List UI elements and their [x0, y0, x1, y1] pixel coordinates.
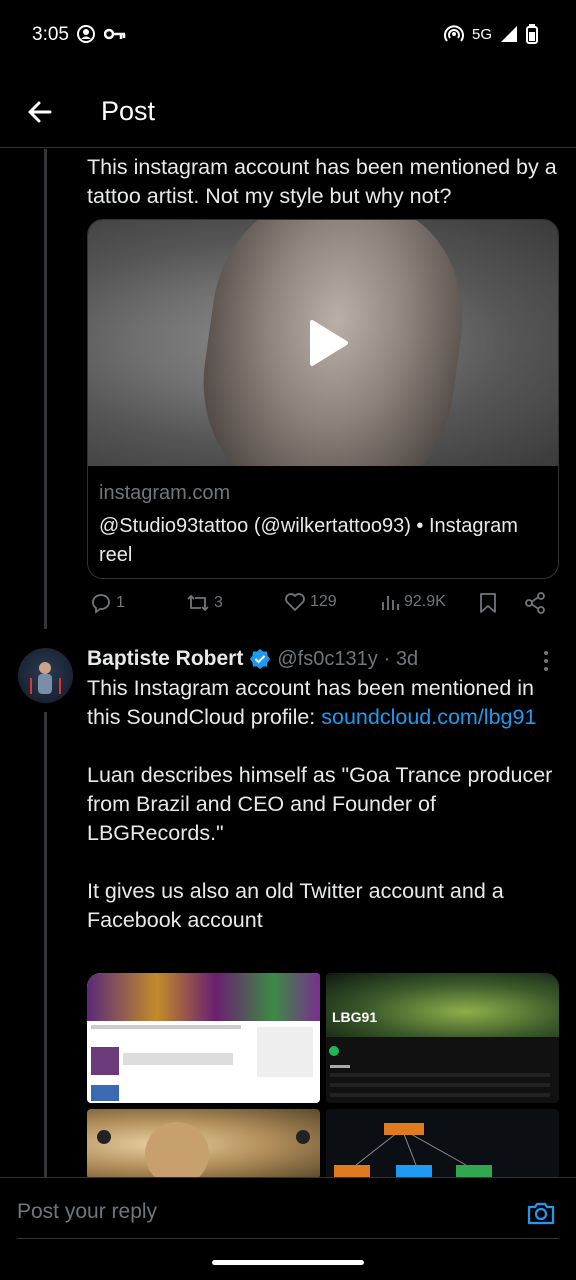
link-domain: instagram.com [99, 482, 231, 504]
home-indicator[interactable] [212, 1260, 364, 1265]
status-time: 3:05 [32, 24, 69, 45]
post-text: This instagram account has been mentione… [87, 155, 557, 208]
status-bar: 3:05 5G [0, 0, 576, 70]
like-button[interactable]: 129 [284, 592, 337, 612]
post-paragraph: Luan describes himself as "Goa Trance pr… [87, 763, 553, 845]
post-paragraph: It gives us also an old Twitter account … [87, 879, 504, 932]
heart-icon [285, 593, 305, 611]
like-count: 129 [310, 593, 337, 610]
post-time: · 3d [383, 647, 419, 670]
repost-icon [187, 594, 209, 612]
post-text: This Instagram account has been mentione… [87, 674, 557, 935]
repost-count: 3 [214, 594, 223, 611]
avatar[interactable] [18, 648, 73, 703]
repost-button[interactable]: 3 [186, 592, 223, 614]
verified-badge-icon [250, 649, 271, 669]
reply-input-underline [17, 1238, 559, 1239]
media-image-soundcloud[interactable] [87, 973, 320, 1103]
media-image-graph[interactable] [326, 1109, 559, 1179]
soundcloud-link[interactable]: soundcloud.com/lbg91 [321, 705, 536, 729]
header: Post [0, 78, 576, 148]
reply-count: 1 [116, 594, 125, 611]
bookmark-icon[interactable] [479, 592, 497, 614]
link-title: @Studio93tattoo (@wilkertattoo93) • Inst… [99, 515, 518, 566]
soundcloud-screenshot [91, 1025, 313, 1101]
media-image-lbg91-profile[interactable]: LBG91 [326, 973, 559, 1103]
key-icon [104, 28, 126, 40]
views-icon [382, 596, 399, 610]
link-thumbnail[interactable] [88, 220, 558, 466]
graph-screenshot [334, 1123, 492, 1177]
views-button[interactable]: 92.9K [380, 592, 446, 612]
back-arrow-icon[interactable] [24, 96, 56, 128]
media-grid: LBG91 [87, 973, 559, 1179]
account-circle-icon [77, 25, 95, 43]
hotspot-icon [444, 25, 464, 42]
link-card[interactable]: instagram.com @Studio93tattoo (@wilkerta… [87, 219, 559, 579]
camera-icon[interactable] [526, 1198, 556, 1228]
signal-icon [501, 26, 517, 42]
author-handle[interactable]: @fs0c131y [277, 648, 377, 671]
post-actions: 1 3 129 92.9K [88, 592, 558, 622]
reply-input[interactable]: Post your reply [17, 1200, 157, 1224]
reply-bar: Post your reply [0, 1177, 576, 1247]
avatar-image [30, 662, 61, 694]
media-label: LBG91 [332, 1009, 378, 1025]
thread-connector [44, 149, 47, 629]
author-name[interactable]: Baptiste Robert [87, 647, 243, 671]
more-options-icon[interactable] [542, 650, 550, 672]
share-icon[interactable] [524, 592, 546, 614]
play-icon[interactable] [298, 316, 352, 370]
reply-icon [92, 594, 110, 614]
media-image-facebook[interactable] [87, 1109, 320, 1179]
post-author-row: Baptiste Robert @fs0c131y · 3d [87, 645, 557, 673]
thread-connector [44, 712, 47, 1178]
view-count: 92.9K [404, 593, 446, 610]
reply-button[interactable]: 1 [90, 592, 125, 614]
profile-screenshot [329, 1046, 550, 1097]
page-title: Post [101, 96, 156, 126]
network-type: 5G [471, 25, 492, 43]
battery-icon [526, 24, 538, 44]
facebook-screenshot [97, 1122, 310, 1179]
